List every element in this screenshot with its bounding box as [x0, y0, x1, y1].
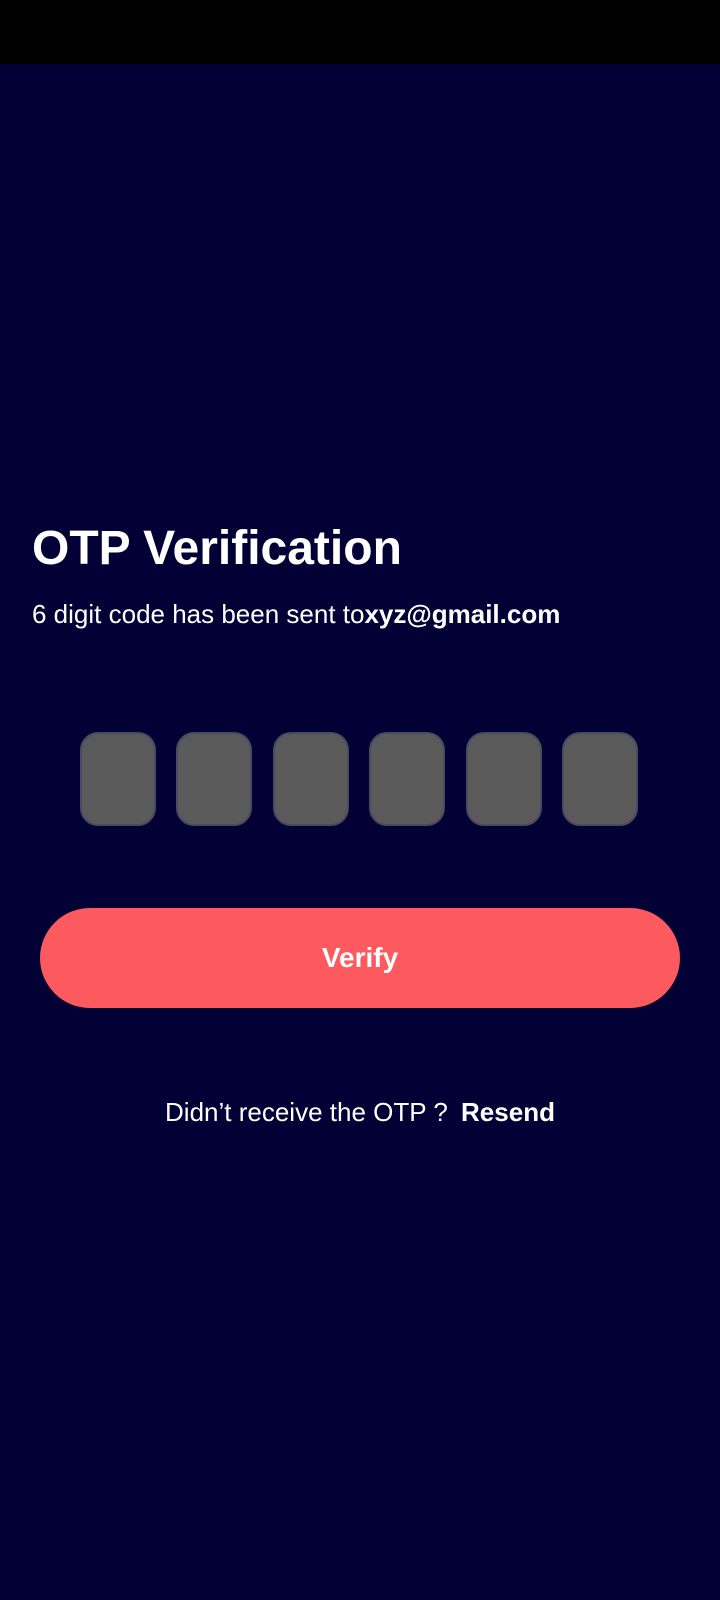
resend-link[interactable]: Resend [461, 1097, 555, 1127]
otp-digit-5-input[interactable] [466, 732, 542, 826]
otp-digit-1-input[interactable] [80, 732, 156, 826]
otp-digit-3-input[interactable] [273, 732, 349, 826]
resend-row: Didn’t receive the OTP ? Resend [0, 1096, 720, 1128]
recipient-email: xyz@gmail.com [364, 599, 561, 629]
page-title: OTP Verification [32, 522, 402, 575]
otp-sent-text: 6 digit code has been sent to [32, 599, 365, 629]
status-bar [0, 0, 720, 64]
otp-verification-screen: OTP Verification 6 digit code has been s… [0, 64, 720, 1600]
otp-digit-4-input[interactable] [369, 732, 445, 826]
otp-input-group [80, 732, 642, 828]
otp-sent-message: 6 digit code has been sent toxyz@gmail.c… [32, 598, 560, 630]
otp-digit-2-input[interactable] [176, 732, 252, 826]
verify-button[interactable]: Verify [40, 908, 680, 1008]
resend-prompt: Didn’t receive the OTP ? [165, 1097, 448, 1127]
otp-digit-6-input[interactable] [562, 732, 638, 826]
